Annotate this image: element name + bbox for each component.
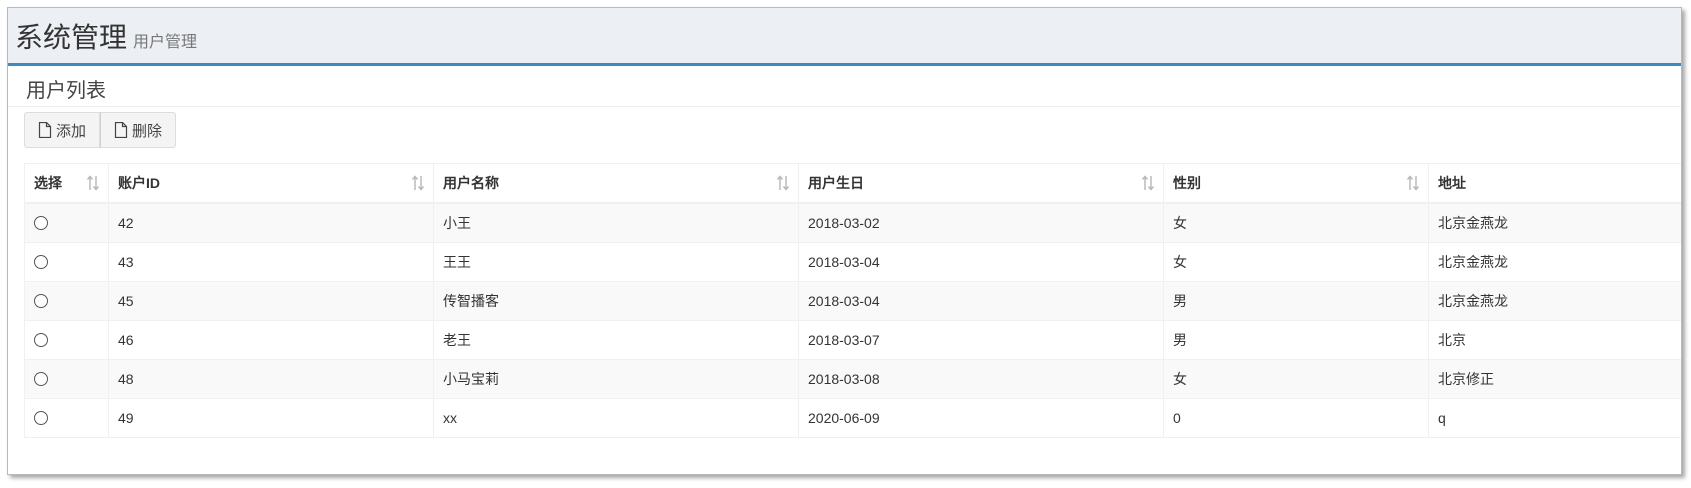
sex-cell: 0 — [1163, 398, 1429, 438]
account-id-cell: 49 — [108, 398, 434, 438]
username-cell: 小马宝莉 — [433, 359, 799, 399]
user-table-wrap: 选择 账户ID 用户名称 用户生日 性别 地址 42 小王 2018-03-02… — [24, 163, 1681, 438]
birthday-cell: 2018-03-04 — [798, 281, 1164, 321]
username-cell: 传智播客 — [433, 281, 799, 321]
delete-button[interactable]: 删除 — [100, 112, 177, 148]
account-id-cell: 48 — [108, 359, 434, 399]
username-cell: 小王 — [433, 202, 799, 243]
birthday-cell: 2018-03-02 — [798, 202, 1164, 243]
add-button-label: 添加 — [56, 122, 87, 140]
select-cell — [24, 281, 109, 321]
account-id-cell: 45 — [108, 281, 434, 321]
column-header-username[interactable]: 用户名称 — [433, 163, 799, 204]
table-row[interactable]: 48 小马宝莉 2018-03-08 女 北京修正 — [24, 359, 1681, 399]
page-title: 系统管理 用户管理 — [15, 16, 197, 56]
address-cell: 北京金燕龙 — [1428, 281, 1681, 321]
address-cell: 北京修正 — [1428, 359, 1681, 399]
sort-icon[interactable] — [86, 175, 100, 191]
select-cell — [24, 202, 109, 243]
column-header-select[interactable]: 选择 — [24, 163, 109, 204]
select-radio[interactable] — [34, 411, 48, 425]
select-radio[interactable] — [34, 255, 48, 269]
table-row[interactable]: 49 xx 2020-06-09 0 q — [24, 398, 1681, 438]
account-id-cell: 46 — [108, 320, 434, 360]
select-cell — [24, 242, 109, 282]
sort-icon[interactable] — [776, 175, 790, 191]
page-header: 系统管理 用户管理 — [8, 8, 1681, 66]
sex-cell: 女 — [1163, 202, 1429, 243]
table-row[interactable]: 43 王王 2018-03-04 女 北京金燕龙 — [24, 242, 1681, 282]
sex-cell: 女 — [1163, 242, 1429, 282]
user-list-box: 用户列表 — [8, 66, 1681, 107]
table-row[interactable]: 46 老王 2018-03-07 男 北京 — [24, 320, 1681, 360]
birthday-cell: 2018-03-07 — [798, 320, 1164, 360]
address-cell: 北京金燕龙 — [1428, 242, 1681, 282]
add-button[interactable]: 添加 — [24, 112, 101, 148]
sex-cell: 男 — [1163, 281, 1429, 321]
account-id-cell: 43 — [108, 242, 434, 282]
column-header-birthday[interactable]: 用户生日 — [798, 163, 1164, 204]
birthday-cell: 2020-06-09 — [798, 398, 1164, 438]
select-cell — [24, 320, 109, 360]
column-header-address[interactable]: 地址 — [1428, 163, 1681, 204]
select-radio[interactable] — [34, 333, 48, 347]
username-cell: 老王 — [433, 320, 799, 360]
select-cell — [24, 359, 109, 399]
select-radio[interactable] — [34, 294, 48, 308]
toolbar: 添加 删除 — [24, 112, 177, 148]
sex-cell: 女 — [1163, 359, 1429, 399]
column-header-label: 用户名称 — [443, 175, 499, 191]
birthday-cell: 2018-03-04 — [798, 242, 1164, 282]
box-header: 用户列表 — [8, 66, 1681, 107]
table-row[interactable]: 42 小王 2018-03-02 女 北京金燕龙 — [24, 202, 1681, 243]
file-icon — [114, 122, 128, 138]
sort-icon[interactable] — [1406, 175, 1420, 191]
file-icon — [38, 122, 52, 138]
select-radio[interactable] — [34, 372, 48, 386]
delete-button-label: 删除 — [132, 122, 163, 140]
column-header-label: 用户生日 — [808, 175, 864, 191]
account-id-cell: 42 — [108, 202, 434, 243]
username-cell: xx — [433, 398, 799, 438]
select-cell — [24, 398, 109, 438]
sort-icon[interactable] — [1141, 175, 1155, 191]
sort-icon[interactable] — [411, 175, 425, 191]
page-title-text: 系统管理 — [15, 22, 128, 53]
username-cell: 王王 — [433, 242, 799, 282]
column-header-account-id[interactable]: 账户ID — [108, 163, 434, 204]
user-table: 选择 账户ID 用户名称 用户生日 性别 地址 42 小王 2018-03-02… — [24, 163, 1681, 438]
select-radio[interactable] — [34, 216, 48, 230]
column-header-label: 地址 — [1438, 175, 1466, 191]
address-cell: 北京 — [1428, 320, 1681, 360]
address-cell: q — [1428, 398, 1681, 438]
app-frame: 系统管理 用户管理 用户列表 添加 删除 选择 账户ID 用户名称 用户生日 性… — [7, 7, 1682, 475]
sex-cell: 男 — [1163, 320, 1429, 360]
column-header-label: 选择 — [34, 175, 62, 191]
table-row[interactable]: 45 传智播客 2018-03-04 男 北京金燕龙 — [24, 281, 1681, 321]
box-title: 用户列表 — [26, 80, 106, 102]
birthday-cell: 2018-03-08 — [798, 359, 1164, 399]
column-header-sex[interactable]: 性别 — [1163, 163, 1429, 204]
page-subtitle: 用户管理 — [133, 34, 198, 51]
table-header-row: 选择 账户ID 用户名称 用户生日 性别 地址 — [24, 163, 1681, 204]
column-header-label: 账户ID — [118, 175, 160, 191]
address-cell: 北京金燕龙 — [1428, 202, 1681, 243]
column-header-label: 性别 — [1173, 175, 1201, 191]
